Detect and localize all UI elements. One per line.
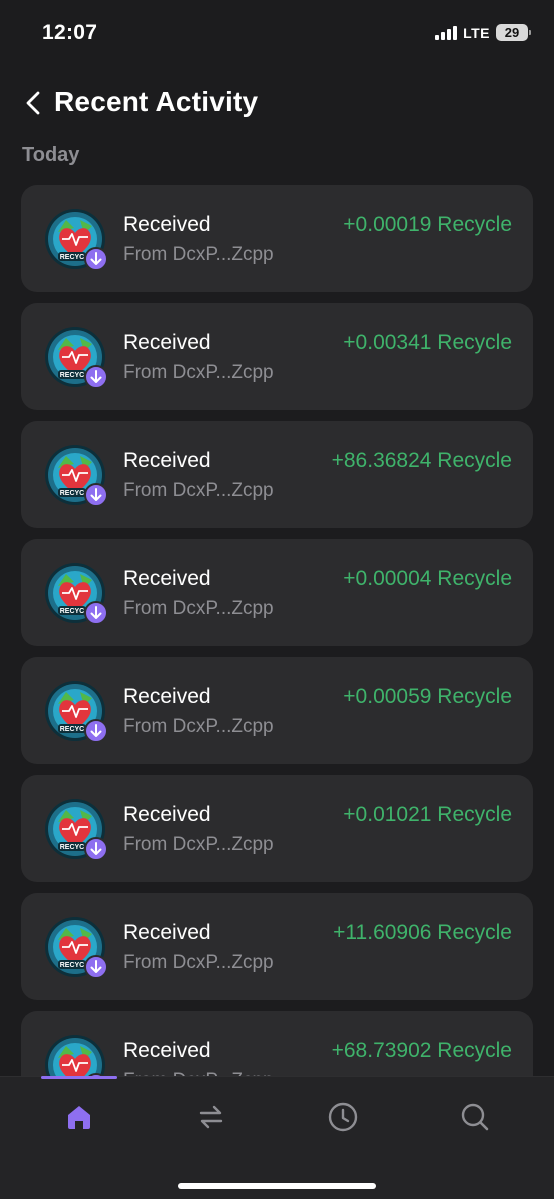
token-logo-text: RECYC bbox=[60, 372, 85, 379]
section-label-today: Today bbox=[22, 144, 80, 166]
activity-item[interactable]: RECYC Received From DcxP...Zcpp +86.3682… bbox=[21, 421, 533, 528]
activity-amount: +0.01021 Recycle bbox=[343, 803, 512, 826]
token-avatar: RECYC bbox=[44, 208, 108, 271]
token-avatar: RECYC bbox=[44, 562, 108, 625]
receive-badge bbox=[84, 601, 108, 625]
tab-active-indicator bbox=[41, 1076, 117, 1079]
page-title: Recent Activity bbox=[54, 86, 259, 117]
search-icon bbox=[461, 1103, 489, 1131]
battery-level: 29 bbox=[504, 25, 520, 40]
activity-sender: From DcxP...Zcpp bbox=[123, 834, 274, 855]
receive-badge bbox=[84, 365, 108, 389]
activity-item[interactable]: RECYC Received From DcxP...Zcpp +0.00019… bbox=[21, 185, 533, 292]
swap-icon bbox=[199, 1105, 223, 1129]
token-logo-text: RECYC bbox=[60, 490, 85, 497]
activity-item[interactable]: RECYC Received From DcxP...Zcpp +0.00341… bbox=[21, 303, 533, 410]
activity-item[interactable]: RECYC Received From DcxP...Zcpp +11.6090… bbox=[21, 893, 533, 1000]
arrow-down-icon bbox=[90, 252, 102, 265]
activity-sender: From DcxP...Zcpp bbox=[123, 244, 274, 265]
back-button[interactable] bbox=[18, 86, 48, 120]
activity-sender: From DcxP...Zcpp bbox=[123, 480, 274, 501]
activity-title: Received bbox=[123, 1039, 211, 1062]
arrow-down-icon bbox=[90, 606, 102, 619]
chevron-left-icon bbox=[26, 91, 40, 115]
home-indicator bbox=[178, 1183, 376, 1189]
clock-icon bbox=[328, 1102, 358, 1132]
arrow-down-icon bbox=[90, 370, 102, 383]
receive-badge bbox=[84, 483, 108, 507]
activity-amount: +0.00004 Recycle bbox=[343, 567, 512, 590]
activity-title: Received bbox=[123, 567, 211, 590]
arrow-down-icon bbox=[90, 960, 102, 973]
tab-explore[interactable] bbox=[445, 1097, 505, 1137]
activity-sender: From DcxP...Zcpp bbox=[123, 952, 274, 973]
arrow-down-icon bbox=[90, 488, 102, 501]
header: Recent Activity bbox=[0, 80, 554, 126]
activity-amount: +0.00059 Recycle bbox=[343, 685, 512, 708]
screen: 12:07 LTE 29 Recent Activity Today RECYC… bbox=[0, 0, 554, 1199]
tab-bar bbox=[0, 1076, 554, 1199]
activity-title: Received bbox=[123, 213, 211, 236]
token-avatar: RECYC bbox=[44, 798, 108, 861]
activity-amount: +86.36824 Recycle bbox=[331, 449, 512, 472]
receive-badge bbox=[84, 837, 108, 861]
token-logo-text: RECYC bbox=[60, 726, 85, 733]
token-avatar: RECYC bbox=[44, 444, 108, 507]
token-logo-text: RECYC bbox=[60, 962, 85, 969]
token-avatar: RECYC bbox=[44, 916, 108, 979]
token-logo-text: RECYC bbox=[60, 608, 85, 615]
token-logo-text: RECYC bbox=[60, 254, 85, 261]
receive-badge bbox=[84, 955, 108, 979]
token-avatar: RECYC bbox=[44, 680, 108, 743]
network-type: LTE bbox=[463, 24, 490, 41]
activity-sender: From DcxP...Zcpp bbox=[123, 598, 274, 619]
activity-amount: +0.00341 Recycle bbox=[343, 331, 512, 354]
activity-sender: From DcxP...Zcpp bbox=[123, 716, 274, 737]
tab-home[interactable] bbox=[49, 1097, 109, 1137]
receive-badge bbox=[84, 719, 108, 743]
activity-list[interactable]: RECYC Received From DcxP...Zcpp +0.00019… bbox=[21, 185, 533, 1129]
activity-amount: +11.60906 Recycle bbox=[333, 921, 512, 944]
activity-item[interactable]: RECYC Received From DcxP...Zcpp +0.01021… bbox=[21, 775, 533, 882]
activity-item[interactable]: RECYC Received From DcxP...Zcpp +0.00004… bbox=[21, 539, 533, 646]
activity-title: Received bbox=[123, 331, 211, 354]
status-time: 12:07 bbox=[42, 21, 98, 44]
arrow-down-icon bbox=[90, 842, 102, 855]
activity-title: Received bbox=[123, 921, 211, 944]
activity-amount: +68.73902 Recycle bbox=[331, 1039, 512, 1062]
status-indicators: LTE 29 bbox=[435, 24, 531, 41]
tab-activity[interactable] bbox=[313, 1097, 373, 1137]
token-avatar: RECYC bbox=[44, 326, 108, 389]
home-icon bbox=[68, 1106, 90, 1129]
activity-sender: From DcxP...Zcpp bbox=[123, 362, 274, 383]
activity-item[interactable]: RECYC Received From DcxP...Zcpp +0.00059… bbox=[21, 657, 533, 764]
arrow-down-icon bbox=[90, 724, 102, 737]
activity-title: Received bbox=[123, 803, 211, 826]
signal-icon bbox=[435, 25, 458, 40]
activity-title: Received bbox=[123, 685, 211, 708]
status-bar: 12:07 LTE 29 bbox=[0, 0, 554, 62]
activity-title: Received bbox=[123, 449, 211, 472]
tab-swap[interactable] bbox=[181, 1097, 241, 1137]
activity-amount: +0.00019 Recycle bbox=[343, 213, 512, 236]
battery-icon: 29 bbox=[496, 24, 531, 41]
receive-badge bbox=[84, 247, 108, 271]
token-logo-text: RECYC bbox=[60, 844, 85, 851]
